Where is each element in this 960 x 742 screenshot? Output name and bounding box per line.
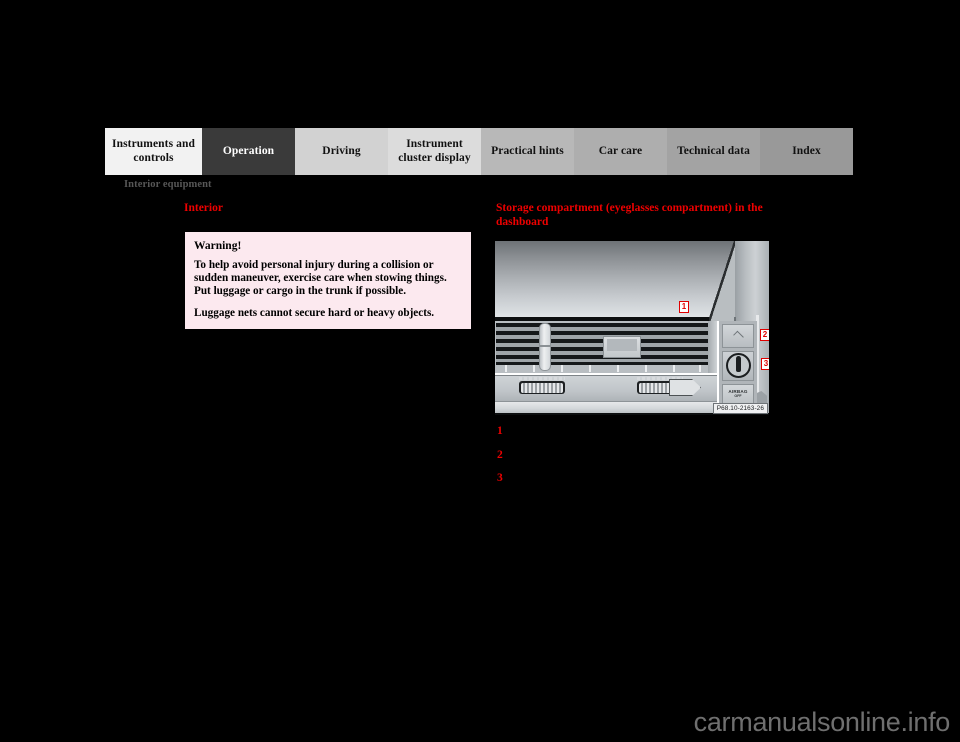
tab-label: Practical hints	[491, 144, 564, 157]
chapter-tab-bar: Instruments and controls Operation Drivi…	[105, 128, 853, 175]
warning-box: Warning! To help avoid personal injury d…	[184, 231, 472, 330]
tab-label: Car care	[598, 144, 643, 157]
left-column: Interior	[184, 202, 474, 216]
dashboard-upper-panel	[495, 241, 742, 318]
legend-marker: 2	[497, 448, 503, 461]
right-column: Storage compartment (eyeglasses compartm…	[496, 202, 786, 229]
figure-reference-code: P68.10-2163-26	[712, 403, 768, 414]
tab-driving[interactable]: Driving	[295, 128, 388, 175]
figure-callout-1: 1	[679, 301, 689, 313]
vent-tick-strip	[495, 365, 717, 373]
roller-ribbing	[521, 382, 563, 393]
figure-callout-2: 2	[760, 329, 769, 341]
manual-page: Instruments and controls Operation Drivi…	[0, 0, 960, 742]
warning-title: Warning!	[194, 240, 242, 252]
roller-label-strip	[519, 377, 565, 380]
legend-item: 3	[497, 472, 787, 486]
left-roller-control[interactable]	[519, 381, 565, 394]
tab-technical-data[interactable]: Technical data	[667, 128, 760, 175]
figure-illustration: AIRBAG OFF 1 2 3 P68.10-2163-26	[495, 241, 769, 415]
section-header: Interior equipment	[124, 179, 212, 190]
tab-instrument-cluster-display[interactable]: Instrument cluster display	[388, 128, 481, 175]
tab-label: Index	[792, 144, 821, 157]
occupant-head-glyph	[736, 356, 741, 361]
vent-adjust-knob[interactable]	[539, 323, 551, 371]
vent-tick	[673, 365, 675, 372]
site-watermark: carmanualsonline.info	[693, 707, 951, 737]
tab-car-care[interactable]: Car care	[574, 128, 667, 175]
vent-tick	[561, 365, 563, 372]
tab-label: Driving	[322, 144, 361, 157]
vent-tick	[533, 365, 535, 372]
legend-marker: 3	[497, 472, 503, 484]
tab-operation[interactable]: Operation	[202, 128, 295, 175]
legend-marker: 1	[497, 425, 503, 437]
vent-tick	[617, 365, 619, 372]
tab-index[interactable]: Index	[760, 128, 853, 175]
vent-tick	[699, 365, 701, 372]
vent-knob-seam	[539, 345, 551, 347]
left-column-heading: Interior	[184, 202, 223, 214]
tab-label: Technical data	[677, 144, 750, 157]
tab-label: Instruments and controls	[112, 138, 195, 164]
airbag-off-button[interactable]: AIRBAG OFF	[722, 384, 754, 404]
legend-item: 2	[497, 449, 787, 463]
legend-item: 1	[497, 425, 787, 439]
tab-label: Operation	[222, 144, 275, 157]
vent-tick	[645, 365, 647, 372]
airbag-button-label-line2: OFF	[734, 394, 742, 398]
vent-center-plate-inset	[607, 339, 637, 351]
dashboard-figure: AIRBAG OFF 1 2 3 P68.10-2163-26	[493, 239, 771, 417]
warning-paragraph: To help avoid personal injury during a c…	[194, 259, 447, 298]
tab-practical-hints[interactable]: Practical hints	[481, 128, 574, 175]
warning-paragraph: Luggage nets cannot secure hard or heavy…	[194, 306, 435, 319]
vent-tick	[505, 365, 507, 372]
tab-instruments-and-controls[interactable]: Instruments and controls	[105, 128, 202, 175]
figure-legend-list: 1 2 3	[497, 425, 787, 496]
a-pillar-slant	[709, 241, 735, 321]
right-column-heading: Storage compartment (eyeglasses compartm…	[496, 202, 763, 228]
vent-tick	[589, 365, 591, 372]
tab-label: Instrument cluster display	[398, 138, 471, 164]
figure-callout-3: 3	[761, 358, 769, 370]
vent-right-edge	[708, 321, 717, 373]
